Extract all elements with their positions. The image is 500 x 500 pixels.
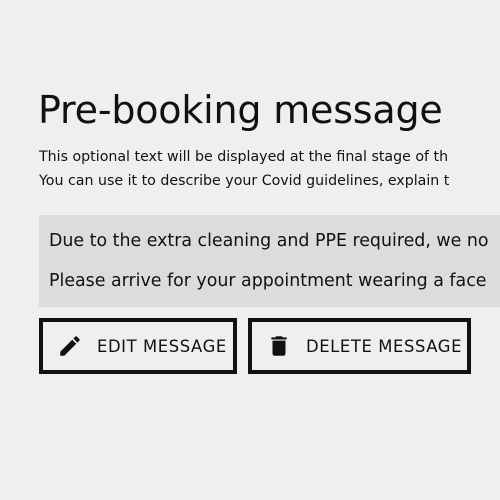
page-description: This optional text will be displayed at …	[39, 145, 449, 193]
message-preview: Due to the extra cleaning and PPE requir…	[39, 215, 500, 307]
edit-message-label: EDIT MESSAGE	[97, 336, 227, 356]
message-line-1: Due to the extra cleaning and PPE requir…	[49, 231, 489, 251]
pencil-icon	[57, 333, 83, 359]
pre-booking-message-page: Pre-booking message This optional text w…	[0, 0, 500, 500]
page-title: Pre-booking message	[38, 88, 443, 132]
description-line-1: This optional text will be displayed at …	[39, 149, 449, 165]
delete-message-label: DELETE MESSAGE	[306, 336, 463, 356]
trash-icon	[266, 333, 292, 359]
message-line-2: Please arrive for your appointment weari…	[49, 271, 487, 291]
delete-message-button[interactable]: DELETE MESSAGE	[248, 318, 471, 374]
edit-message-button[interactable]: EDIT MESSAGE	[39, 318, 237, 374]
description-line-2: You can use it to describe your Covid gu…	[39, 173, 450, 189]
